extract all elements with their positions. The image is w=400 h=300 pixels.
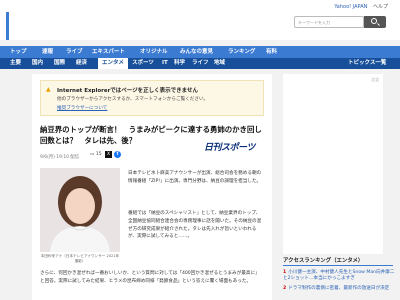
tab-international[interactable]: 国際 [54,58,65,69]
ranking-item-text: ドラマ制作の裏側に密着、最新作の放送日が決定 [288,286,390,291]
comment-count[interactable]: ▭ 15 [90,152,102,157]
share-x-icon[interactable]: X [105,151,112,158]
source-logo[interactable]: 日刊スポーツ [204,140,255,153]
ranking-item[interactable]: 1 小川健一主演、中村健人先生とSnow Man向井康二と2ショット…本当にかっこ… [283,270,395,283]
nav-item-live[interactable]: ライブ [66,46,83,58]
nav-item-top[interactable]: トップ [10,46,27,58]
article-paragraph: 日本テレビ水卜麻美アナウンサーが出演、総合司会を務める朝の情報番組「ZIP!」に… [128,171,262,184]
article-paragraph: 番組では「納豆のスペシャリスト」として、納豆業界のトップ、全国納豆協同組合連合会… [128,211,262,240]
article-paragraph: さらに、何回かき混ぜれば一番おいしいか、という質問に対しては「400回かき混ぜる… [40,271,260,284]
search-icon [371,18,377,24]
ranking-number: 1 [283,270,287,275]
recommended-browsers-link[interactable]: 推奨ブラウザーについて [57,105,107,111]
nav-item-original[interactable]: オリジナル [140,46,168,58]
tab-local[interactable]: 地域 [214,58,225,69]
search-button[interactable] [364,16,386,28]
ranking-item[interactable]: 2 ドラマ制作の裏側に密着、最新作の放送日が決定 [283,286,395,292]
ranking-number: 2 [283,286,287,291]
comment-icon: ▭ [90,152,95,157]
article-panel: ▲ Internet Explorerではページを正しく表示できません 他のブラ… [32,74,272,300]
notice-title: Internet Explorerではページを正しく表示できません [57,88,199,94]
comment-count-value: 15 [95,152,102,157]
tab-main[interactable]: 主要 [10,58,21,69]
tab-life[interactable]: ライフ [192,58,209,69]
notice-text: 他のブラウザーからアクセスするか、スマートフォンからご覧ください。 [57,97,209,102]
nav-item-breaking[interactable]: 速報 [42,46,53,58]
site-header: Yahoo! JAPAN ヘルプ キーワードを入力 [0,0,400,40]
tab-economy[interactable]: 経済 [76,58,87,69]
browser-notice: ▲ Internet Explorerではページを正しく表示できません 他のブラ… [40,80,264,116]
article-photo[interactable] [40,168,120,252]
article-date: 9/6(月) 19:10 配信 [40,155,80,160]
nav-item-ranking[interactable]: ランキング [228,46,255,58]
topics-list-link[interactable]: トピックス一覧 [348,58,386,69]
tab-sports[interactable]: スポーツ [132,58,154,69]
header-link-yahoo[interactable]: Yahoo! JAPAN [334,4,367,10]
tab-it[interactable]: IT [162,58,168,69]
ranking-title: アクセスランキング（エンタメ） [283,256,393,266]
category-nav: 主要 国内 国際 経済 エンタメ スポーツ IT 科学 ライフ 地域 トピックス… [0,58,400,69]
tab-domestic[interactable]: 国内 [32,58,43,69]
nav-item-expert[interactable]: エキスパート [92,46,125,58]
share-facebook-icon[interactable]: f [114,151,121,158]
tab-entertainment[interactable]: エンタメ [98,58,128,69]
warning-icon: ▲ [46,86,51,93]
header-link-help[interactable]: ヘルプ [373,4,388,10]
primary-nav: トップ 速報 ライブ エキスパート オリジナル みんなの意見 ランキング 有料 [0,46,400,58]
header-links: Yahoo! JAPAN ヘルプ [330,3,388,10]
nav-item-opinion[interactable]: みんなの意見 [180,46,213,58]
nav-item-paid[interactable]: 有料 [266,46,277,58]
ad-label: 広告 [371,77,379,82]
tab-science[interactable]: 科学 [174,58,185,69]
sidebar-ad[interactable]: 広告 [283,74,383,254]
brand-mark [6,12,9,40]
search-input[interactable]: キーワードを入力 [294,16,364,28]
ranking-item-text: 小川健一主演、中村健人先生とSnow Man向井康二と2ショット…本当にかっこよ… [283,270,395,282]
photo-caption: 本田紗来アナ（日本テレビアナウンサー 2021年撮影） [40,254,120,263]
portrait-image [40,168,120,252]
